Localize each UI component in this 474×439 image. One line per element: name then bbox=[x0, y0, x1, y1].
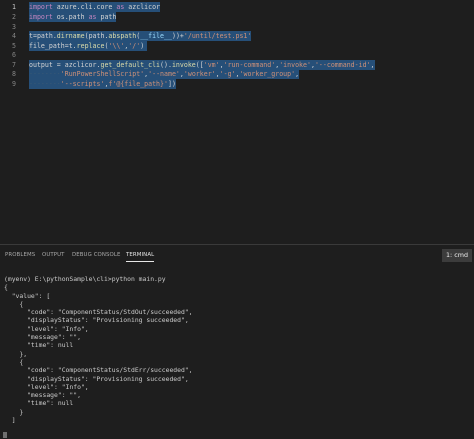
terminal-line: "message": "", bbox=[4, 391, 81, 400]
code-text: import os.path as path bbox=[29, 12, 117, 22]
code-text: ········'RunPowerShellScript','--name','… bbox=[29, 69, 300, 79]
line-number: 9 bbox=[12, 80, 16, 88]
code-text: t=path.dirname(path.abspath(__file__))+'… bbox=[29, 31, 252, 41]
terminal-line: "value": [ bbox=[4, 291, 51, 300]
code-editor[interactable]: 1 import azure.cli.core as azclicor 2 impor… bbox=[0, 0, 474, 244]
line-number: 4 bbox=[12, 32, 16, 40]
panel-tabs: PROBLEMS OUTPUT DEBUG CONSOLE TERMINAL 1… bbox=[0, 245, 474, 265]
terminal-line: "displayStatus": "Provisioning succeeded… bbox=[4, 374, 189, 383]
terminal-line: { bbox=[4, 283, 8, 292]
terminal-line: } bbox=[4, 407, 24, 416]
terminal-line: { bbox=[4, 357, 24, 366]
line-number: 8 bbox=[12, 70, 16, 78]
terminal-cursor bbox=[3, 432, 7, 438]
code-text: import azure.cli.core as azclicor bbox=[29, 2, 161, 12]
tab-debug-console[interactable]: DEBUG CONSOLE bbox=[72, 251, 121, 261]
terminal-select[interactable]: 1: cmd bbox=[442, 249, 472, 262]
line-number: 2 bbox=[12, 13, 16, 21]
terminal-line: }, bbox=[4, 349, 28, 358]
tab-output[interactable]: OUTPUT bbox=[42, 251, 65, 261]
terminal-line: "code": "ComponentStatus/StdErr/succeede… bbox=[4, 366, 193, 375]
terminal-line: "code": "ComponentStatus/StdOut/succeede… bbox=[4, 308, 193, 317]
terminal-line: "message": "", bbox=[4, 333, 81, 342]
line-number: 1 bbox=[12, 3, 16, 11]
terminal-output[interactable]: (myenv) E:\pythonSample\cli>python main.… bbox=[4, 275, 193, 424]
terminal-line: "level": "Info", bbox=[4, 324, 89, 333]
bottom-panel: PROBLEMS OUTPUT DEBUG CONSOLE TERMINAL 1… bbox=[0, 244, 474, 439]
terminal-line: "time": null bbox=[4, 341, 74, 350]
terminal-line: { bbox=[4, 299, 24, 308]
terminal-line: ] bbox=[4, 416, 16, 425]
code-text: file_path=t.replace('\\','/') bbox=[29, 41, 147, 51]
terminal-line: "time": null bbox=[4, 399, 74, 408]
terminal-line: (myenv) E:\pythonSample\cli>python main.… bbox=[4, 275, 166, 283]
code-text: ········'--scripts',f'@{file_path}']) bbox=[29, 79, 176, 89]
terminal-line: "displayStatus": "Provisioning succeeded… bbox=[4, 316, 189, 325]
tab-terminal[interactable]: TERMINAL bbox=[126, 251, 155, 262]
line-number: 6 bbox=[12, 51, 16, 59]
terminal-line: "level": "Info", bbox=[4, 382, 89, 391]
tab-problems[interactable]: PROBLEMS bbox=[5, 251, 35, 261]
